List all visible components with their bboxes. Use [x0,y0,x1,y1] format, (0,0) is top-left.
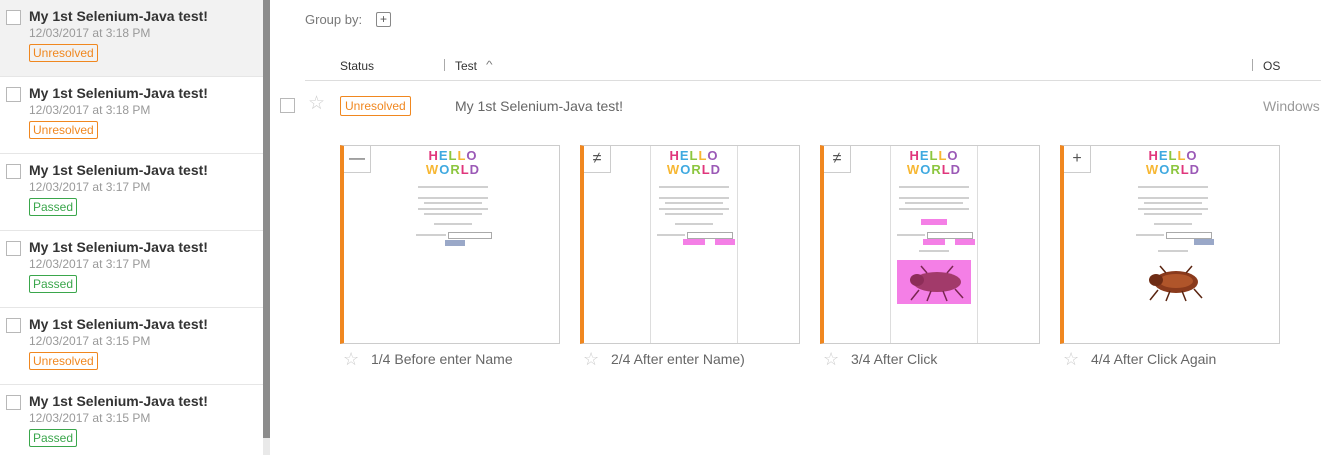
run-title: My 1st Selenium-Java test! [29,8,208,24]
step-label: 1/4 Before enter Name [371,351,513,367]
hello-text: HELLO [428,148,478,163]
os-value: Windows [1263,98,1320,114]
run-checkbox[interactable] [6,10,21,25]
status-badge: Unresolved [29,44,98,62]
run-checkbox[interactable] [6,395,21,410]
star-icon[interactable]: ☆ [1063,350,1079,368]
run-date: 12/03/2017 at 3:18 PM [29,103,151,117]
run-date: 12/03/2017 at 3:15 PM [29,334,151,348]
test-run-item[interactable]: My 1st Selenium-Java test! 12/03/2017 at… [0,308,263,385]
sidebar-scrollbar[interactable] [263,0,270,455]
diff-not-equal-icon[interactable]: ≠ [824,146,851,173]
screenshot-page: HELLO WORLD [410,146,496,343]
header-divider [305,80,1321,81]
run-title: My 1st Selenium-Java test! [29,85,208,101]
run-checkbox[interactable] [6,87,21,102]
hello-text: HELLO [1148,148,1198,163]
step-label: 4/4 After Click Again [1091,351,1217,367]
test-run-item[interactable]: My 1st Selenium-Java test! 12/03/2017 at… [0,77,263,154]
step-thumbnail[interactable]: ≠ HELLO WORLD [820,145,1040,344]
status-badge: Unresolved [29,121,98,139]
step-label: 3/4 After Click [851,351,938,367]
screenshot-page: HELLO WORLD [1130,146,1216,343]
step-label: 2/4 After enter Name) [611,351,745,367]
diff-missing-icon[interactable]: — [344,146,371,173]
star-icon[interactable]: ☆ [583,350,599,368]
status-badge: Passed [29,275,78,293]
bug-image-highlighted [897,260,971,304]
run-date: 12/03/2017 at 3:17 PM [29,180,151,194]
run-checkbox[interactable] [6,318,21,333]
hello-text: HELLO [909,148,959,163]
test-name[interactable]: My 1st Selenium-Java test! [455,98,623,114]
run-date: 12/03/2017 at 3:15 PM [29,411,151,425]
column-header-os[interactable]: OS [1263,59,1280,73]
column-divider[interactable] [444,59,445,71]
run-date: 12/03/2017 at 3:18 PM [29,26,151,40]
step-thumbnail[interactable]: ≠ HELLO WORLD [580,145,800,344]
scrollbar-thumb[interactable] [263,0,270,438]
bug-image [1136,260,1210,304]
star-icon[interactable]: ☆ [823,350,839,368]
run-title: My 1st Selenium-Java test! [29,393,208,409]
diff-not-equal-icon[interactable]: ≠ [584,146,611,173]
test-run-list: My 1st Selenium-Java test! 12/03/2017 at… [0,0,263,455]
status-badge: Unresolved [29,352,98,370]
screenshot-page: HELLO WORLD [890,146,978,343]
add-group-icon[interactable]: + [376,12,391,27]
star-icon[interactable]: ☆ [308,94,325,114]
run-title: My 1st Selenium-Java test! [29,316,208,332]
run-date: 12/03/2017 at 3:17 PM [29,257,151,271]
world-text: WORLD [1145,162,1201,177]
screenshot-page: HELLO WORLD [650,146,738,343]
column-divider[interactable] [1252,59,1253,71]
diff-added-icon[interactable]: + [1064,146,1091,173]
status-badge: Passed [29,429,78,447]
test-run-item[interactable]: My 1st Selenium-Java test! 12/03/2017 at… [0,385,263,455]
step-thumbnail[interactable]: — HELLO WORLD [340,145,560,344]
row-checkbox[interactable] [280,98,295,113]
world-text: WORLD [906,162,962,177]
step-thumbnail[interactable]: + HELLO WORLD [1060,145,1280,344]
run-title: My 1st Selenium-Java test! [29,162,208,178]
test-run-item[interactable]: My 1st Selenium-Java test! 12/03/2017 at… [0,154,263,231]
column-header-status[interactable]: Status [340,59,374,73]
world-text: WORLD [666,162,722,177]
status-badge: Passed [29,198,78,216]
test-run-item[interactable]: My 1st Selenium-Java test! 12/03/2017 at… [0,0,263,77]
hello-text: HELLO [669,148,719,163]
sort-ascending-icon[interactable]: ^ [486,60,493,71]
run-title: My 1st Selenium-Java test! [29,239,208,255]
column-header-test[interactable]: Test [455,59,477,73]
run-checkbox[interactable] [6,164,21,179]
run-checkbox[interactable] [6,241,21,256]
test-run-item[interactable]: My 1st Selenium-Java test! 12/03/2017 at… [0,231,263,308]
world-text: WORLD [425,162,481,177]
star-icon[interactable]: ☆ [343,350,359,368]
group-by-label: Group by: [305,12,363,27]
status-badge: Unresolved [340,96,411,116]
